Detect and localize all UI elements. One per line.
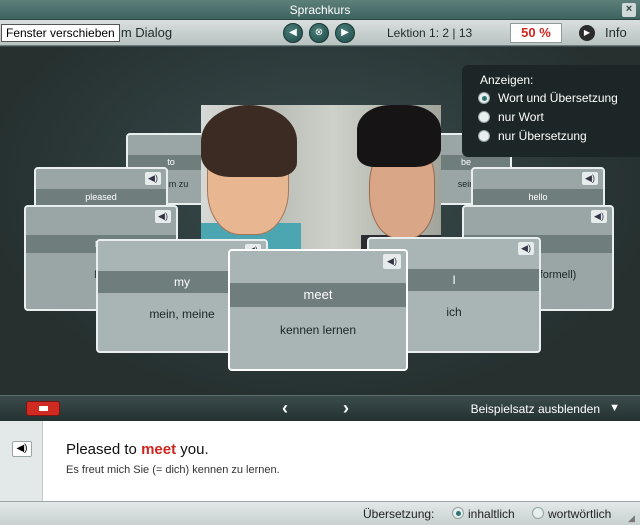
lesson-overview-button[interactable]: ⊗ bbox=[309, 23, 329, 43]
radio-unselected[interactable] bbox=[478, 130, 490, 142]
speaker-icon[interactable]: ◀) bbox=[518, 242, 534, 255]
resize-grip-icon[interactable]: ◢ bbox=[628, 513, 638, 523]
collapse-icon[interactable]: ▼ bbox=[609, 402, 620, 414]
toggle-example-sentence[interactable]: Beispielsatz ausblenden bbox=[471, 402, 600, 416]
card-control-bar: ‹ › Beispielsatz ausblenden ▼ bbox=[0, 395, 640, 421]
display-options-panel: Anzeigen: Wort und Übersetzung nur Wort … bbox=[462, 65, 640, 157]
card-word: pleased bbox=[36, 189, 166, 205]
speaker-icon[interactable]: ◀) bbox=[12, 441, 32, 457]
option-label: wortwörtlich bbox=[548, 507, 612, 521]
example-sentence-panel: ◀) Pleased to meet you. Es freut mich Si… bbox=[0, 421, 640, 501]
speaker-icon[interactable]: ◀) bbox=[145, 172, 161, 185]
window-title: Sprachkurs bbox=[289, 3, 351, 17]
example-german: Es freut mich Sie (= dich) kennen zu ler… bbox=[66, 464, 280, 476]
radio-selected[interactable] bbox=[452, 507, 464, 519]
previous-lesson-button[interactable]: ◀ bbox=[283, 23, 303, 43]
card-translation: kennen lernen bbox=[279, 323, 357, 337]
translation-footer: Übersetzung: inhaltlich wortwörtlich ◢ bbox=[0, 501, 640, 525]
speaker-icon[interactable]: ◀) bbox=[155, 210, 171, 223]
option-label: nur Übersetzung bbox=[498, 129, 587, 143]
next-card-button[interactable]: › bbox=[343, 398, 349, 419]
radio-selected[interactable] bbox=[478, 92, 490, 104]
progress-percent: 50 % bbox=[510, 23, 562, 43]
option-label: inhaltlich bbox=[468, 507, 515, 521]
example-english: Pleased to meet you. bbox=[66, 441, 209, 458]
next-lesson-button[interactable]: ▶ bbox=[335, 23, 355, 43]
display-options-header: Anzeigen: bbox=[480, 73, 534, 87]
option-label: Wort und Übersetzung bbox=[498, 91, 618, 105]
translation-label: Übersetzung: bbox=[363, 507, 435, 521]
radio-unselected[interactable] bbox=[478, 111, 490, 123]
card-word: meet bbox=[230, 283, 406, 307]
radio-unselected[interactable] bbox=[532, 507, 544, 519]
window-titlebar[interactable]: Sprachkurs × bbox=[0, 0, 640, 20]
play-icon: ▶ bbox=[579, 25, 595, 41]
speaker-icon[interactable]: ◀) bbox=[582, 172, 598, 185]
close-icon[interactable]: × bbox=[622, 3, 636, 17]
info-label: Info bbox=[605, 25, 627, 40]
flashcard-stage: to u, um zu be sein ◀) pleased ◀) hello … bbox=[0, 47, 640, 395]
option-label: nur Wort bbox=[498, 110, 544, 124]
card-word: hello bbox=[473, 189, 603, 205]
speaker-icon[interactable]: ◀) bbox=[591, 210, 607, 223]
highlighted-word: meet bbox=[141, 441, 177, 458]
info-button[interactable]: ▶ Info bbox=[577, 23, 635, 43]
card-meet[interactable]: ◀) meet kennen lernen bbox=[228, 249, 408, 371]
lesson-counter: Lektion 1: 2 | 13 bbox=[387, 26, 473, 40]
stop-button[interactable] bbox=[26, 401, 60, 416]
previous-card-button[interactable]: ‹ bbox=[282, 398, 288, 419]
tooltip-move-window: Fenster verschieben bbox=[1, 24, 120, 42]
speaker-icon[interactable]: ◀) bbox=[383, 254, 401, 269]
toolbar: Fenster verschieben r im Dialog ◀ ⊗ ▶ Le… bbox=[0, 20, 640, 46]
